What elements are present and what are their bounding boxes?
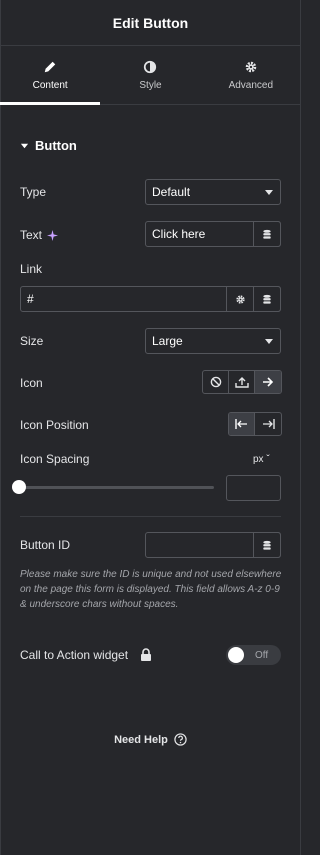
need-help-label: Need Help [114,733,168,746]
text-label: Text [20,228,59,242]
dynamic-tags-button[interactable] [253,532,281,558]
half-circle-icon [144,60,157,74]
panel-title: Edit Button [112,14,189,31]
chevron-down-icon [265,190,273,195]
link-label-text: Link [20,262,43,276]
tab-content-label: Content [32,80,68,91]
cta-toggle[interactable]: Off [226,645,281,665]
type-select-value: Default [152,185,191,199]
lock-icon [141,648,152,661]
caret-down-icon [20,143,29,149]
database-icon [263,294,271,304]
no-icon-option[interactable] [203,371,229,393]
icon-choice-group [202,370,282,394]
need-help-link[interactable]: Need Help [0,733,301,746]
dynamic-tags-button[interactable] [253,221,281,247]
pencil-icon [44,61,56,73]
spacing-input[interactable] [226,475,281,501]
link-input-value: # [27,292,34,306]
database-icon [263,540,271,550]
upload-icon-option[interactable] [229,371,255,393]
type-label-text: Type [20,185,47,199]
button-id-hint: Please make sure the ID is unique and no… [20,569,282,610]
align-start-icon [235,419,247,429]
tab-advanced-label: Advanced [228,80,274,91]
sparkle-icon[interactable] [47,229,59,241]
arrow-right-icon [263,377,274,387]
panel-header: Edit Button [0,0,301,46]
upload-icon [234,377,249,388]
icon-position-before[interactable] [229,413,255,435]
link-options-button[interactable] [226,286,254,312]
database-icon [263,229,271,239]
tab-style-label: Style [139,80,162,91]
spacing-slider-handle[interactable] [12,480,26,494]
tab-style[interactable]: Style [100,47,200,104]
icon-position-label-text: Icon Position [20,418,89,432]
icon-position-group [228,412,282,436]
icon-label: Icon [20,376,43,390]
chevron-down-icon [265,339,273,344]
question-circle-icon [174,733,187,746]
toggle-knob [228,647,244,663]
icon-library-option[interactable] [255,371,281,393]
button-id-label: Button ID [20,538,70,552]
button-id-label-text: Button ID [20,538,71,552]
link-input[interactable]: # [20,286,281,312]
type-select[interactable]: Default [145,179,281,205]
button-id-input[interactable] [145,532,281,558]
icon-spacing-label-text: Icon Spacing [20,452,90,466]
align-end-icon [262,419,275,429]
link-label: Link [20,262,42,276]
icon-label-text: Icon [20,376,43,390]
tab-content[interactable]: Content [0,47,101,105]
size-label-text: Size [20,334,44,348]
size-select-value: Large [152,334,183,348]
type-label: Type [20,185,46,199]
icon-position-after[interactable] [255,413,281,435]
size-select[interactable]: Large [145,328,281,354]
gear-icon [236,294,245,304]
section-toggle[interactable]: Button [20,138,77,153]
icon-position-label: Icon Position [20,418,89,432]
tab-advanced[interactable]: Advanced [201,47,301,104]
size-label: Size [20,334,43,348]
ban-icon [210,376,221,388]
panel-tabs: Content Style Advanced [0,47,301,105]
text-input[interactable]: Click here [145,221,281,247]
text-label-text: Text [20,228,43,242]
cta-label: Call to Action widget [20,648,153,662]
spacing-slider-track[interactable] [20,486,214,489]
unit-selector[interactable]: px ˇ [253,454,270,465]
toggle-text: Off [255,649,269,661]
gear-icon [245,61,257,73]
cta-label-text: Call to Action widget [20,648,129,662]
text-input-value: Click here [152,227,206,241]
dynamic-tags-button[interactable] [253,286,281,312]
divider [20,516,281,517]
icon-spacing-label: Icon Spacing [20,452,89,466]
section-title-label: Button [35,138,77,153]
